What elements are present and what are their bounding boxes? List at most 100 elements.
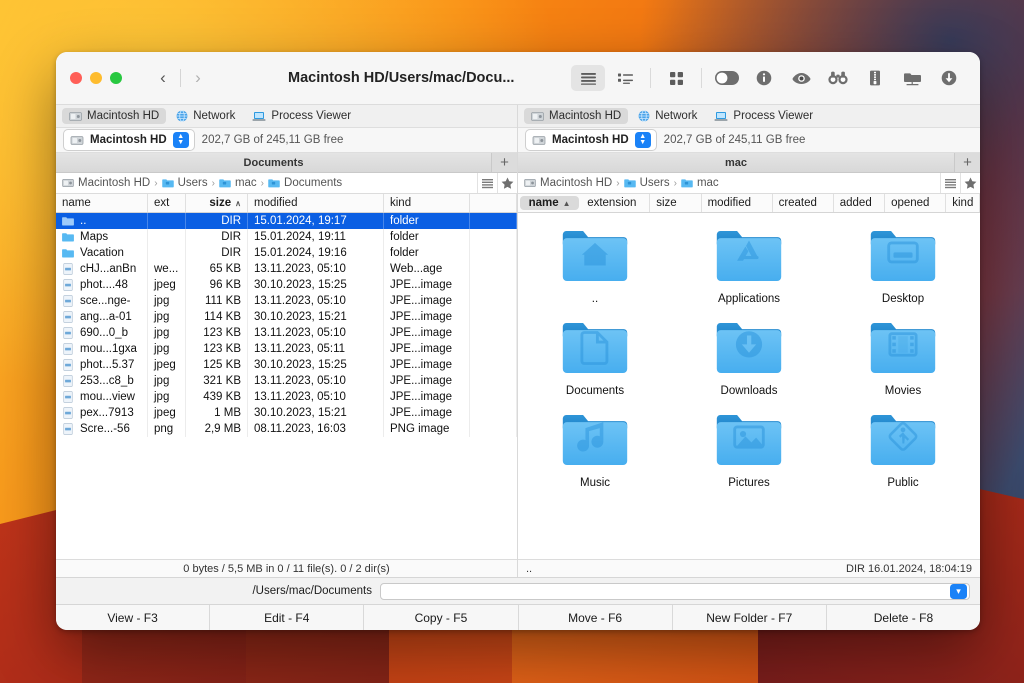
right-drive-selector[interactable]: Macintosh HD ▲▼ [525,129,657,151]
table-row[interactable]: MapsDIR15.01.2024, 19:11folder [56,229,517,245]
fkey-delete-f8[interactable]: Delete - F8 [827,605,980,630]
left-tab-documents[interactable]: Documents [56,153,491,172]
grid-view-icon[interactable] [659,65,693,91]
cell-name: mou...1gxa [56,341,148,357]
fkey-move-f6[interactable]: Move - F6 [519,605,673,630]
table-row[interactable]: ang...a-01jpg114 KB30.10.2023, 15:21JPE.… [56,309,517,325]
column-header-size[interactable]: size∧ [186,194,248,212]
cell-name: phot...5.37 [56,357,148,373]
table-row[interactable]: VacationDIR15.01.2024, 19:16folder [56,245,517,261]
zoom-button[interactable] [110,72,122,84]
folder-icon [62,231,74,243]
icon-item-downloads[interactable]: Downloads [672,317,826,397]
table-row[interactable]: mou...viewjpg439 KB13.11.2023, 05:10JPE.… [56,389,517,405]
close-button[interactable] [70,72,82,84]
fkey-copy-f5[interactable]: Copy - F5 [364,605,518,630]
column-header-opened[interactable]: opened [885,194,946,212]
table-row[interactable]: 690...0_bjpg123 KB13.11.2023, 05:10JPE..… [56,325,517,341]
drive-tab-network[interactable]: Network [169,108,242,124]
new-tab-button[interactable]: + [954,153,980,172]
download-icon[interactable] [932,65,966,91]
right-icon-view[interactable]: ..ApplicationsDesktop DocumentsDownloadsM… [518,213,980,559]
new-tab-button[interactable]: + [491,153,517,172]
column-header-size[interactable]: size [650,194,701,212]
icon-item-documents[interactable]: Documents [518,317,672,397]
cell-name: cHJ...anBn [56,261,148,277]
nav-divider [180,69,181,87]
icon-item-pictures[interactable]: Pictures [672,409,826,489]
file-name: Maps [80,231,108,243]
detail-list-view-icon[interactable] [608,65,642,91]
drive-tab-network[interactable]: Network [631,108,704,124]
column-header-added[interactable]: added [834,194,885,212]
archive-zip-icon[interactable] [858,65,892,91]
minimize-button[interactable] [90,72,102,84]
icon-item-movies[interactable]: Movies [826,317,980,397]
column-header-modified[interactable]: modified [248,194,384,212]
left-drive-selector[interactable]: Macintosh HD ▲▼ [63,129,195,151]
drive-tab-macintosh-hd[interactable]: Macintosh HD [62,108,166,124]
table-row[interactable]: cHJ...anBnwe...65 KB13.11.2023, 05:10Web… [56,261,517,277]
column-header-created[interactable]: created [773,194,834,212]
drive-tab-macintosh-hd[interactable]: Macintosh HD [524,108,628,124]
toolbar [571,65,966,91]
table-row[interactable]: mou...1gxajpg123 KB13.11.2023, 05:11JPE.… [56,341,517,357]
breadcrumb-item-macintosh-hd[interactable]: Macintosh HD [62,177,150,189]
icon-item-music[interactable]: Music [518,409,672,489]
forward-button[interactable]: › [183,65,213,91]
drive-tab-process-viewer[interactable]: Process Viewer [245,108,358,124]
fkey-edit-f4[interactable]: Edit - F4 [210,605,364,630]
table-row[interactable]: pex...7913jpeg1 MB30.10.2023, 15:21JPE..… [56,405,517,421]
drive-stepper-icon[interactable]: ▲▼ [635,132,651,148]
right-column-headers: name▲extensionsizemodifiedcreatedaddedop… [518,194,980,213]
table-row[interactable]: sce...nge-jpg111 KB13.11.2023, 05:10JPE.… [56,293,517,309]
column-header-name[interactable]: name▲ [520,196,579,210]
breadcrumb-item-mac[interactable]: mac [219,177,257,189]
table-row[interactable]: Scre...-56png2,9 MB08.11.2023, 16:03PNG … [56,421,517,437]
table-row[interactable]: ..DIR15.01.2024, 19:17folder [56,213,517,229]
left-column-headers: nameextsize∧modifiedkind [56,194,517,213]
info-icon[interactable] [747,65,781,91]
column-header-modified[interactable]: modified [702,194,773,212]
fkey-view-f3[interactable]: View - F3 [56,605,210,630]
icon-item-desktop[interactable]: Desktop [826,225,980,305]
icon-item-parent[interactable]: .. [518,225,672,305]
left-favorite-star-icon[interactable] [497,173,517,193]
column-header-extension[interactable]: extension [581,194,650,212]
column-header-kind[interactable]: kind [946,194,980,212]
list-view-icon[interactable] [571,65,605,91]
right-tab-mac[interactable]: mac [518,153,954,172]
table-row[interactable]: phot...5.37jpeg125 KB30.10.2023, 15:25JP… [56,357,517,373]
eye-preview-icon[interactable] [784,65,818,91]
left-file-list[interactable]: ..DIR15.01.2024, 19:17folderMapsDIR15.01… [56,213,517,559]
table-row[interactable]: phot....48jpeg96 KB30.10.2023, 15:25JPE.… [56,277,517,293]
network-folder-icon[interactable] [895,65,929,91]
command-history-dropdown-icon[interactable]: ▾ [950,584,967,599]
breadcrumb-item-users[interactable]: Users [162,177,208,189]
table-row[interactable]: 253...c8_bjpg321 KB13.11.2023, 05:10JPE.… [56,373,517,389]
drive-stepper-icon[interactable]: ▲▼ [173,132,189,148]
fkey-new-folder-f7[interactable]: New Folder - F7 [673,605,827,630]
breadcrumb-item-documents[interactable]: Documents [268,177,342,189]
drive-tab-process-viewer[interactable]: Process Viewer [707,108,820,124]
cell-kind: Web...age [384,261,470,277]
icon-item-applications[interactable]: Applications [672,225,826,305]
right-breadcrumb-items: Macintosh HD›Users›mac [524,177,940,189]
column-header-ext[interactable]: ext [148,194,186,212]
toggle-switch-icon[interactable] [710,65,744,91]
file-icon [62,423,74,435]
column-header-kind[interactable]: kind [384,194,470,212]
binoculars-search-icon[interactable] [821,65,855,91]
icon-item-public[interactable]: Public [826,409,980,489]
right-view-options-icon[interactable] [940,173,960,193]
breadcrumb-item-mac[interactable]: mac [681,177,719,189]
command-input[interactable]: ▾ [380,583,970,600]
back-button[interactable]: ‹ [148,65,178,91]
right-favorite-star-icon[interactable] [960,173,980,193]
breadcrumb-item-users[interactable]: Users [624,177,670,189]
left-view-options-icon[interactable] [477,173,497,193]
file-icon [62,359,74,371]
folder-icon [681,178,693,188]
breadcrumb-item-macintosh-hd[interactable]: Macintosh HD [524,177,612,189]
column-header-name[interactable]: name [56,194,148,212]
